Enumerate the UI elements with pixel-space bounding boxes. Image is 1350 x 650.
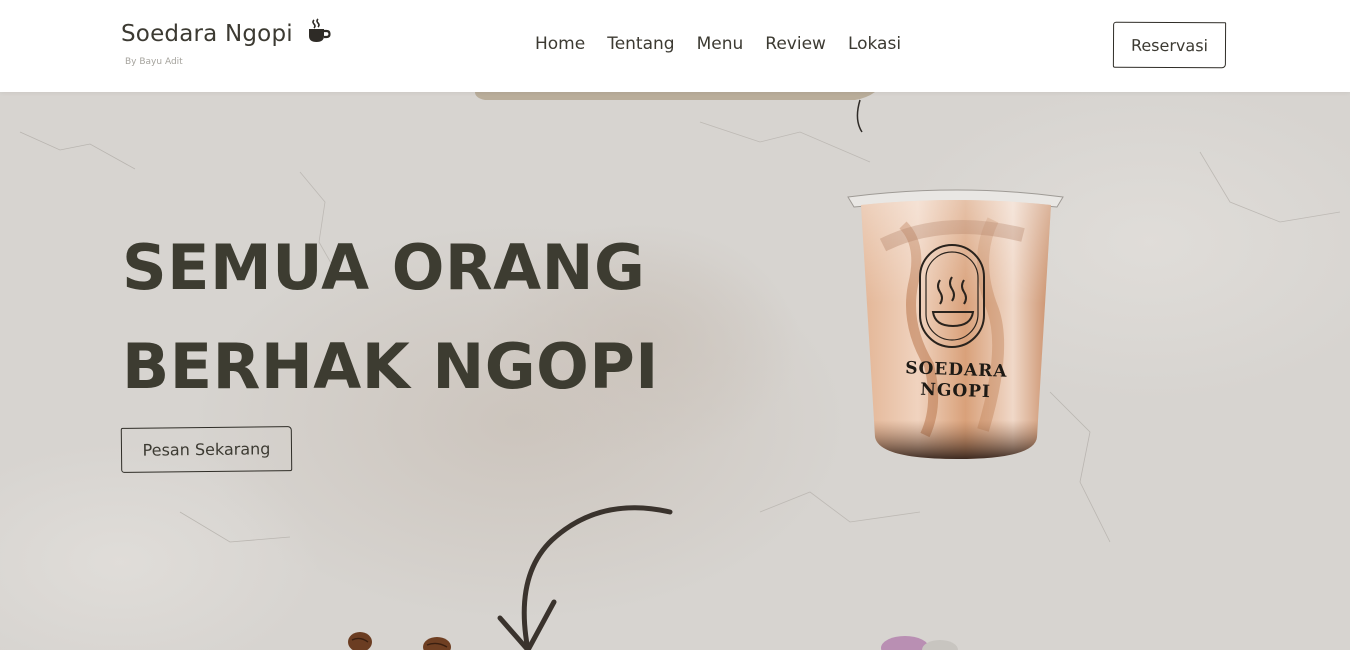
nav-menu[interactable]: Menu — [697, 34, 744, 54]
main-nav: Home Tentang Menu Review Lokasi — [535, 34, 923, 54]
hero-section: SEMUA ORANG BERHAK NGOPI Pesan Sekarang — [0, 92, 1350, 650]
nav-tentang[interactable]: Tentang — [607, 34, 674, 54]
hero-headline-line2: BERHAK NGOPI — [122, 330, 659, 403]
curved-arrow-icon — [497, 505, 673, 650]
pesan-sekarang-button[interactable]: Pesan Sekarang — [120, 426, 293, 473]
nav-home[interactable]: Home — [535, 34, 585, 54]
brand-name: Soedara Ngopi — [121, 21, 293, 47]
iced-coffee-cup-image — [847, 189, 1064, 459]
cup-brand-text: SOEDARA NGOPI — [885, 358, 1026, 405]
nav-lokasi[interactable]: Lokasi — [848, 34, 901, 54]
hero-headline-line1: SEMUA ORANG — [122, 231, 646, 304]
brand[interactable]: Soedara Ngopi By Bayu Adit — [121, 18, 332, 67]
brand-subtitle: By Bayu Adit — [125, 57, 183, 67]
site-header: Soedara Ngopi By Bayu Adit Home Tentang … — [0, 0, 1350, 92]
page: Soedara Ngopi By Bayu Adit Home Tentang … — [0, 0, 1350, 650]
reservasi-button[interactable]: Reservasi — [1112, 21, 1227, 69]
coffee-cup-icon — [306, 18, 332, 44]
nav-review[interactable]: Review — [765, 34, 826, 54]
